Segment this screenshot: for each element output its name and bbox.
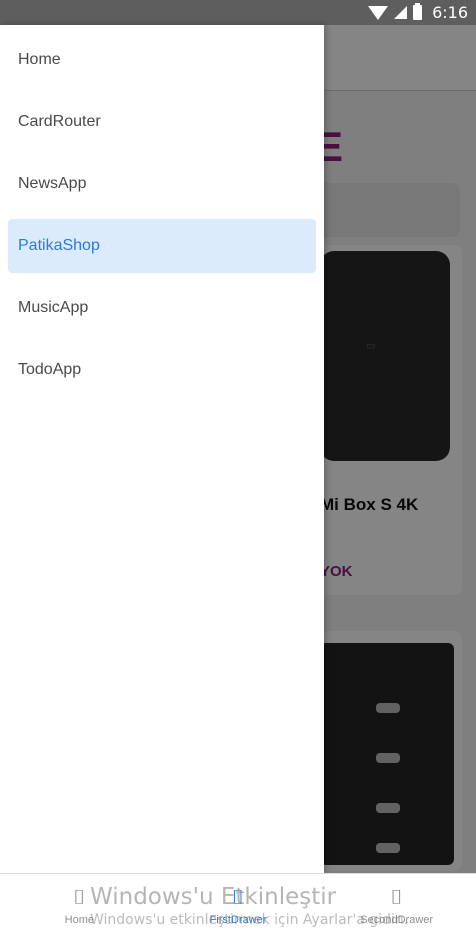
missing-glyph-icon: ⌷ <box>232 885 244 909</box>
missing-glyph-icon: ⌷ <box>390 885 403 909</box>
status-time: 6:16 <box>432 3 468 22</box>
bottom-tab-bar: ⌷ Home ⌷ FirstDrawer ⌷ SecondDrawer <box>0 873 476 931</box>
drawer-item-label: Home <box>18 51 61 68</box>
tab-label: SecondDrawer <box>360 914 434 926</box>
battery-icon <box>413 3 423 20</box>
missing-glyph-icon: ⌷ <box>73 885 86 909</box>
drawer-item-label: CardRouter <box>18 113 101 130</box>
drawer-item-label: MusicApp <box>18 299 89 316</box>
drawer-item-cardrouter[interactable]: CardRouter <box>8 95 316 149</box>
drawer-item-label: TodoApp <box>18 361 82 378</box>
drawer-item-todoapp[interactable]: TodoApp <box>8 343 316 397</box>
tab-label: FirstDrawer <box>209 914 267 926</box>
tab-home[interactable]: ⌷ Home <box>0 874 159 931</box>
drawer-item-newsapp[interactable]: NewsApp <box>8 157 316 211</box>
tab-seconddrawer[interactable]: ⌷ SecondDrawer <box>317 874 476 931</box>
wifi-icon <box>368 5 389 20</box>
drawer-item-home[interactable]: Home <box>8 33 316 87</box>
tab-label: Home <box>64 914 94 926</box>
status-bar: 6:16 <box>0 0 476 25</box>
drawer-item-label: NewsApp <box>18 175 87 192</box>
navigation-drawer: Home CardRouter NewsApp PatikaShop Music… <box>0 25 324 873</box>
drawer-item-musicapp[interactable]: MusicApp <box>8 281 316 335</box>
drawer-item-label: PatikaShop <box>18 237 100 254</box>
drawer-item-patikashop[interactable]: PatikaShop <box>8 219 316 273</box>
tab-firstdrawer[interactable]: ⌷ FirstDrawer <box>159 874 318 931</box>
cell-signal-icon <box>394 6 408 19</box>
